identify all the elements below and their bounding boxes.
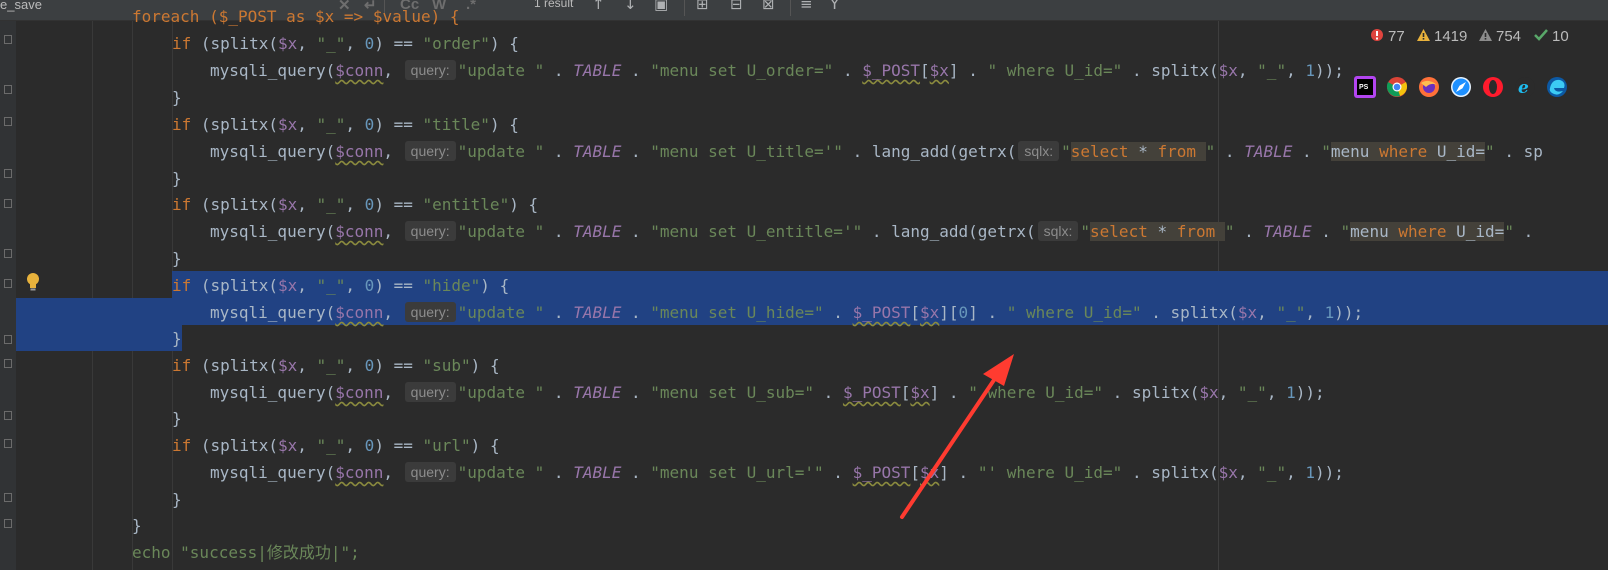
annotation-arrow [900,354,1014,519]
